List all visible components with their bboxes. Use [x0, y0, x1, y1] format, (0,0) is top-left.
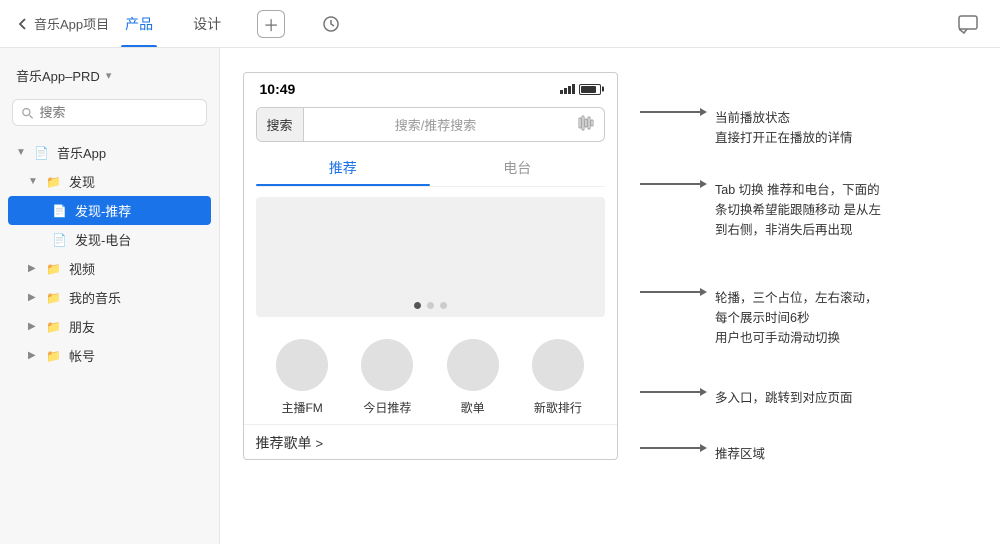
- folder-icon: 📁: [46, 320, 61, 334]
- sidebar-item-friends[interactable]: ▶ 📁 朋友: [0, 312, 219, 341]
- status-icons: [560, 84, 601, 95]
- annotation-2: Tab 切换 推荐和电台，下面的 条切换希望能跟随移动 是从左 到右侧，非消失后…: [640, 180, 980, 240]
- phone-entries: 主播FM 今日推荐 歌单 新歌排行: [244, 327, 617, 424]
- carousel-dots: [414, 302, 447, 309]
- sidebar-item-account[interactable]: ▶ 📁 帐号: [0, 341, 219, 370]
- sidebar-project: 音乐App–PRD ▾: [0, 60, 219, 91]
- tab-design[interactable]: 设计: [189, 0, 225, 47]
- search-placeholder: 搜索/推荐搜索: [304, 108, 568, 141]
- phone-status-bar: 10:49: [244, 73, 617, 101]
- recommend-more[interactable]: >: [316, 436, 324, 451]
- toggle-icon: ▼: [28, 176, 40, 187]
- entry-item-newrank[interactable]: 新歌排行: [532, 339, 584, 416]
- folder-icon: 📁: [46, 349, 61, 363]
- top-bar: 音乐App项目 产品 设计 ＋: [0, 0, 1000, 48]
- chat-button[interactable]: [952, 8, 984, 40]
- phone-mockup: 10:49 搜索: [243, 72, 618, 460]
- signal-bar-1: [560, 90, 563, 94]
- search-icon: [21, 106, 34, 120]
- entry-label-newrank: 新歌排行: [534, 399, 582, 416]
- search-label: 搜索: [257, 108, 304, 141]
- back-icon: [16, 17, 30, 31]
- tab-product[interactable]: 产品: [121, 0, 157, 47]
- arrow-5: [640, 444, 707, 452]
- battery-icon: [579, 84, 601, 95]
- back-button[interactable]: 音乐App项目: [16, 14, 109, 33]
- toggle-icon: ▶: [28, 321, 40, 332]
- entry-item-playlist[interactable]: 歌单: [447, 339, 499, 416]
- toggle-icon: ▶: [28, 350, 40, 361]
- sidebar: 音乐App–PRD ▾ ▼ 📄 音乐App ▼ 📁 发现: [0, 48, 220, 544]
- carousel-dot-3[interactable]: [440, 302, 447, 309]
- sidebar-item-video[interactable]: ▶ 📁 视频: [0, 254, 219, 283]
- audio-search-icon[interactable]: [568, 108, 604, 141]
- sidebar-search[interactable]: [12, 99, 207, 126]
- entry-icon-daily: [361, 339, 413, 391]
- arrow-1: [640, 108, 707, 116]
- annotation-3: 轮播，三个占位，左右滚动， 每个展示时间6秒 用户也可手动滑动切换: [640, 288, 980, 348]
- entry-item-daily[interactable]: 今日推荐: [361, 339, 413, 416]
- signal-bar-2: [564, 88, 567, 94]
- entry-icon-fm: [276, 339, 328, 391]
- signal-bars: [560, 84, 575, 94]
- entry-label-fm: 主播FM: [281, 399, 322, 416]
- search-input[interactable]: [40, 105, 198, 120]
- file-icon: 📄: [34, 146, 49, 160]
- toggle-icon: ▶: [28, 263, 40, 274]
- sidebar-item-mymusic[interactable]: ▶ 📁 我的音乐: [0, 283, 219, 312]
- toggle-icon: ▼: [16, 147, 28, 158]
- project-dropdown-icon[interactable]: ▾: [106, 69, 112, 82]
- project-title: 音乐App项目: [34, 14, 109, 33]
- phone-carousel: [256, 197, 605, 317]
- main-content: 音乐App–PRD ▾ ▼ 📄 音乐App ▼ 📁 发现: [0, 48, 1000, 544]
- annotation-text-2: Tab 切换 推荐和电台，下面的 条切换希望能跟随移动 是从左 到右侧，非消失后…: [715, 180, 881, 240]
- sidebar-item-discover-radio[interactable]: 📄 发现-电台: [0, 225, 219, 254]
- recommend-title: 推荐歌单: [256, 433, 312, 453]
- annotation-text-4: 多入口，跳转到对应页面: [715, 388, 853, 408]
- phone-area: 10:49 搜索: [220, 48, 640, 544]
- phone-search-bar[interactable]: 搜索 搜索/推荐搜索: [256, 107, 605, 142]
- entry-label-playlist: 歌单: [461, 399, 485, 416]
- folder-icon: 📁: [46, 175, 61, 189]
- battery-fill: [581, 86, 596, 93]
- top-tabs: 产品 设计 ＋: [121, 0, 952, 47]
- toggle-icon: ▶: [28, 292, 40, 303]
- add-tab-button[interactable]: ＋: [257, 10, 285, 38]
- sidebar-item-musicapp[interactable]: ▼ 📄 音乐App: [0, 138, 219, 167]
- tab-radio[interactable]: 电台: [430, 148, 605, 186]
- annotation-text-3: 轮播，三个占位，左右滚动， 每个展示时间6秒 用户也可手动滑动切换: [715, 288, 878, 348]
- phone-time: 10:49: [260, 81, 296, 97]
- annotation-5: 推荐区域: [640, 444, 980, 464]
- sidebar-item-discover[interactable]: ▼ 📁 发现: [0, 167, 219, 196]
- tab-recommend[interactable]: 推荐: [256, 148, 431, 186]
- history-button[interactable]: [317, 10, 345, 38]
- file-icon: 📄: [52, 233, 67, 247]
- right-panel: 10:49 搜索: [220, 48, 1000, 544]
- folder-icon: 📁: [46, 291, 61, 305]
- phone-recommend-header: 推荐歌单 >: [244, 424, 617, 459]
- entry-label-daily: 今日推荐: [363, 399, 411, 416]
- signal-bar-4: [572, 84, 575, 94]
- file-icon: 📄: [52, 204, 67, 218]
- carousel-dot-2[interactable]: [427, 302, 434, 309]
- arrow-3: [640, 288, 707, 296]
- folder-icon: 📁: [46, 262, 61, 276]
- signal-bar-3: [568, 86, 571, 94]
- carousel-dot-1[interactable]: [414, 302, 421, 309]
- annotation-4: 多入口，跳转到对应页面: [640, 388, 980, 408]
- entry-item-fm[interactable]: 主播FM: [276, 339, 328, 416]
- arrow-2: [640, 180, 707, 188]
- annotations-panel: 当前播放状态 直接打开正在播放的详情 Tab 切换 推荐和电台，下面的 条切换希…: [640, 48, 1000, 544]
- entry-icon-newrank: [532, 339, 584, 391]
- sidebar-tree: ▼ 📄 音乐App ▼ 📁 发现 📄 发现-推荐 📄 发现-电台: [0, 138, 219, 532]
- sidebar-item-discover-recommend[interactable]: 📄 发现-推荐: [8, 196, 211, 225]
- arrow-4: [640, 388, 707, 396]
- annotation-text-5: 推荐区域: [715, 444, 765, 464]
- phone-tabs: 推荐 电台: [256, 148, 605, 187]
- tab-indicator: [256, 184, 431, 186]
- annotation-1: 当前播放状态 直接打开正在播放的详情: [640, 108, 980, 148]
- annotation-text-1: 当前播放状态 直接打开正在播放的详情: [715, 108, 853, 148]
- entry-icon-playlist: [447, 339, 499, 391]
